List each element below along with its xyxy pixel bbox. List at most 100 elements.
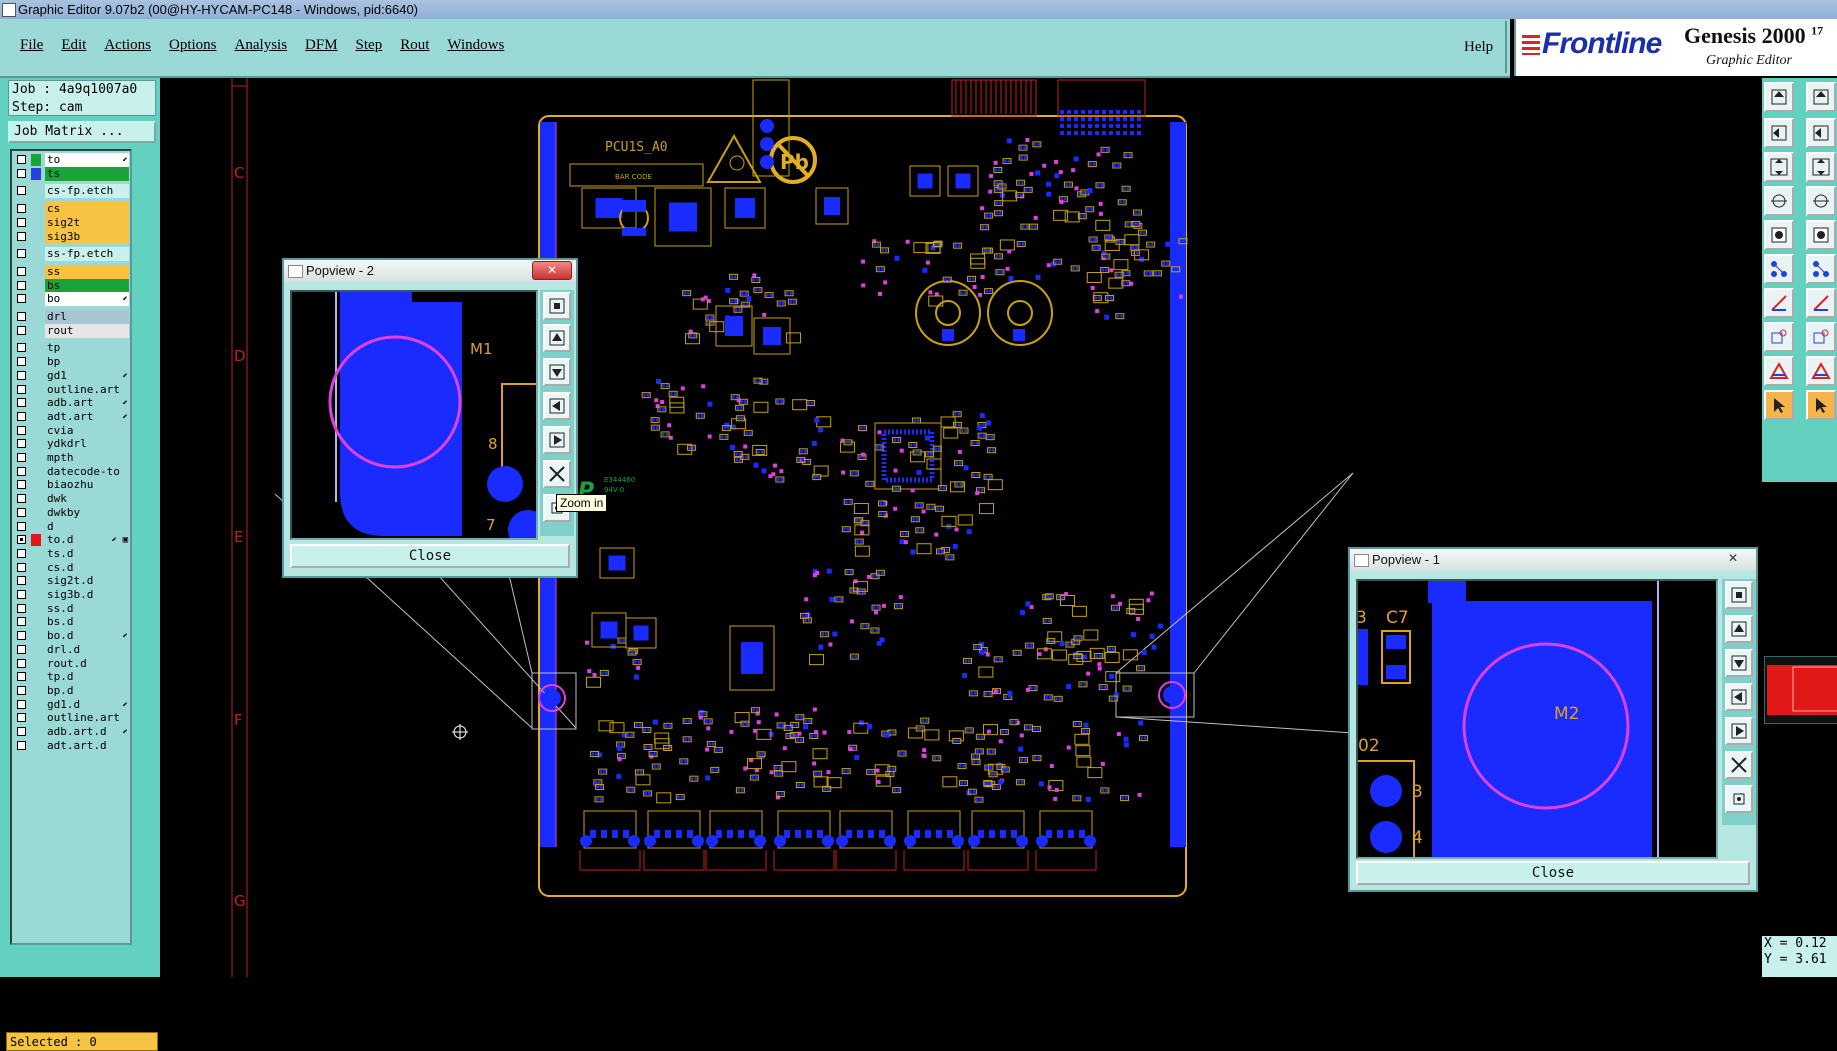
layer-row[interactable]: adt.art ⬋ (14, 409, 130, 424)
layer-checkbox[interactable] (17, 466, 26, 476)
layer-name[interactable]: ts.d (45, 546, 129, 561)
layer-name[interactable]: tp.d (45, 670, 129, 685)
layer-name[interactable]: ss (45, 264, 129, 279)
layer-name[interactable]: bo (45, 292, 129, 307)
layer-row[interactable]: cs (14, 202, 130, 217)
layer-checkbox[interactable] (17, 617, 26, 627)
layer-checkbox[interactable] (17, 266, 26, 276)
tool-button[interactable] (1764, 322, 1794, 352)
layer-row[interactable]: tp (14, 341, 130, 356)
layer-name[interactable]: d (45, 519, 129, 534)
pan-right-button[interactable] (1725, 717, 1753, 745)
layer-row[interactable]: adb.art.d ⬋ (14, 725, 130, 739)
layer-name[interactable]: bs (45, 278, 129, 293)
layer-checkbox[interactable] (17, 411, 26, 421)
layer-name[interactable]: bo.d (45, 629, 129, 644)
layer-checkbox[interactable] (17, 343, 26, 353)
layer-name[interactable]: biaozhu (45, 478, 129, 493)
job-matrix-button[interactable]: Job Matrix ... (8, 121, 156, 143)
layer-checkbox[interactable] (17, 644, 26, 654)
tool-button[interactable] (1806, 152, 1836, 182)
layer-row[interactable]: drl (14, 310, 130, 324)
tool-button[interactable] (1806, 118, 1836, 148)
layer-row[interactable]: gd1 ⬋ (14, 368, 130, 383)
menu-actions[interactable]: Actions (104, 37, 151, 54)
layer-name[interactable]: sig3b.d (45, 588, 129, 602)
tool-button[interactable] (1764, 356, 1794, 386)
overview-thumbnail[interactable] (1764, 656, 1837, 724)
pan-up-button[interactable] (1725, 615, 1753, 643)
layer-row[interactable]: ss (14, 264, 130, 279)
layer-row[interactable]: sig3b (14, 229, 130, 244)
layer-checkbox[interactable] (17, 562, 26, 572)
layer-name[interactable]: dwkby (45, 505, 129, 520)
menu-windows[interactable]: Windows (447, 37, 504, 54)
tool-button[interactable] (1806, 82, 1836, 112)
layer-checkbox[interactable] (17, 186, 26, 196)
tool-button[interactable] (1806, 220, 1836, 250)
tool-button[interactable] (1806, 288, 1836, 318)
layer-checkbox[interactable] (17, 294, 26, 304)
layer-checkbox[interactable] (17, 217, 26, 227)
tool-button[interactable] (1806, 390, 1836, 420)
close-icon[interactable]: ✕ (1714, 550, 1752, 567)
layer-name[interactable]: adt.art.d (45, 738, 129, 753)
menu-analysis[interactable]: Analysis (235, 37, 288, 54)
layer-row[interactable]: rout (14, 323, 130, 338)
layer-row[interactable]: to.d ⬋ ▣ (14, 533, 130, 548)
layer-checkbox[interactable] (17, 249, 26, 259)
layer-row[interactable]: adb.art ⬋ (14, 396, 130, 411)
layer-name[interactable]: cs.d (45, 560, 129, 575)
popview-2-view[interactable]: M1 8 7 (290, 290, 538, 540)
layer-row[interactable]: mpth (14, 451, 130, 465)
tool-button[interactable] (1806, 186, 1836, 216)
layer-name[interactable]: sig2t (45, 215, 129, 230)
tool-button[interactable] (1764, 152, 1794, 182)
layer-row[interactable]: adt.art.d (14, 738, 130, 753)
layer-row[interactable]: outline.art (14, 382, 130, 397)
layer-row[interactable]: sig3b.d (14, 588, 130, 602)
layer-checkbox[interactable] (17, 672, 26, 682)
tool-button[interactable] (1806, 356, 1836, 386)
close-icon[interactable]: ✕ (532, 261, 572, 280)
zoom-in-button[interactable] (543, 460, 571, 488)
menu-edit[interactable]: Edit (61, 37, 86, 54)
layer-name[interactable]: ts (45, 166, 129, 181)
layer-name[interactable]: gd1.d (45, 697, 129, 712)
layer-name[interactable]: outline.art (45, 382, 129, 397)
layer-row[interactable]: d (14, 519, 130, 534)
layer-checkbox[interactable] (17, 453, 26, 462)
layer-name[interactable]: bs.d (45, 615, 129, 630)
layer-checkbox[interactable] (17, 494, 26, 504)
layer-row[interactable]: gd1.d ⬋ (14, 697, 130, 712)
layer-checkbox[interactable] (17, 631, 26, 641)
menu-help[interactable]: Help (1464, 39, 1493, 56)
zoom-fit-button[interactable] (1725, 581, 1753, 609)
layer-name[interactable]: outline.art (45, 711, 129, 726)
layer-name[interactable]: datecode-to (45, 464, 129, 479)
layer-row[interactable]: bo ⬋ (14, 292, 130, 307)
layer-row[interactable]: outline.art (14, 711, 130, 726)
layer-row[interactable]: dwkby (14, 505, 130, 520)
layer-checkbox[interactable] (17, 312, 26, 321)
zoom-in-button[interactable] (1725, 751, 1753, 779)
pan-left-button[interactable] (543, 392, 571, 420)
layer-row[interactable]: ts (14, 166, 130, 181)
layer-row[interactable]: bp.d (14, 683, 130, 698)
tool-button[interactable] (1764, 254, 1794, 284)
popview-2-window[interactable]: Popview - 2 ✕ M1 8 7 Close (282, 258, 578, 578)
popview-2-close-button[interactable]: Close (290, 544, 570, 568)
layer-checkbox[interactable] (17, 231, 26, 241)
layer-checkbox[interactable] (17, 480, 26, 490)
layer-name[interactable]: ss.d (45, 601, 129, 616)
menu-rout[interactable]: Rout (400, 37, 429, 54)
popview-1-titlebar[interactable]: Popview - 1 (1350, 549, 1756, 571)
layer-row[interactable]: bo.d ⬋ (14, 629, 130, 644)
layer-row[interactable]: ss.d (14, 601, 130, 616)
menu-dfm[interactable]: DFM (305, 37, 338, 54)
layer-checkbox[interactable] (17, 535, 26, 545)
layer-name[interactable]: rout (45, 323, 129, 338)
layer-checkbox[interactable] (17, 699, 26, 709)
layer-checkbox[interactable] (17, 168, 26, 178)
menu-step[interactable]: Step (356, 37, 383, 54)
